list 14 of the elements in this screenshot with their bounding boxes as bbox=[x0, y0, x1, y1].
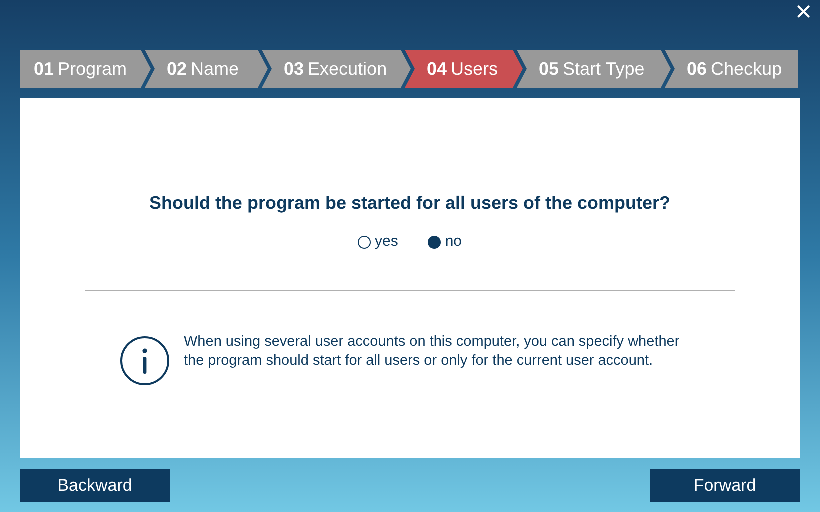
info-text: When using several user accounts on this computer, you can specify whether the program should start for all users or only for the current user account. bbox=[184, 332, 681, 370]
step-tab[interactable]: 01 Program bbox=[20, 50, 151, 88]
step-tab[interactable]: 02 Name bbox=[145, 50, 268, 88]
close-button[interactable]: × bbox=[792, 0, 816, 26]
option-label: yes bbox=[374, 232, 398, 252]
forward-button[interactable]: Forward bbox=[650, 469, 800, 502]
step-tab[interactable]: 04 Users bbox=[405, 50, 523, 88]
info-icon bbox=[120, 336, 170, 386]
step-tab[interactable]: 06 Checkup bbox=[665, 50, 798, 88]
option-label: no bbox=[445, 232, 462, 252]
backward-button[interactable]: Backward bbox=[20, 469, 170, 502]
question-text: Should the program be started for all users of the computer? bbox=[149, 192, 671, 215]
step-tab[interactable]: 05 Start Type bbox=[517, 50, 671, 88]
step-tab[interactable]: 03 Execution bbox=[262, 50, 411, 88]
